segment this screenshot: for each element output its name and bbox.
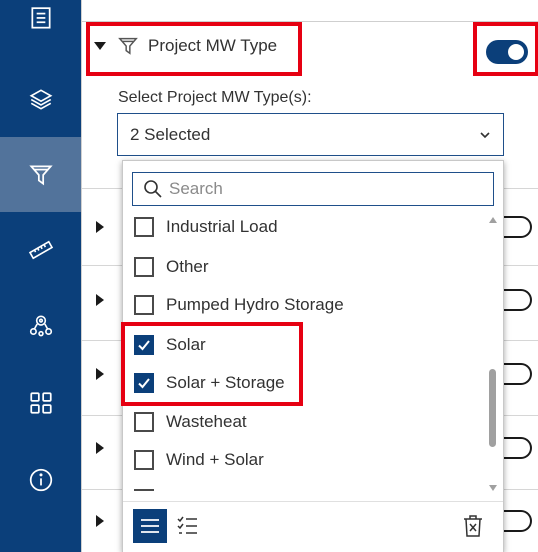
option-checkbox[interactable]	[134, 450, 154, 470]
option-pumped-hydro-storage[interactable]: Pumped Hydro Storage	[134, 291, 344, 319]
funnel-icon	[118, 37, 138, 55]
expand-caret-icon[interactable]	[96, 442, 104, 454]
scrollbar-thumb[interactable]	[489, 369, 496, 447]
scroll-down-arrow[interactable]	[489, 485, 497, 491]
option-partial-checkbox	[134, 489, 154, 491]
filter-panel: Project MW Type Select Project MW Type(s…	[81, 0, 538, 552]
row-toggle[interactable]	[502, 216, 532, 238]
location-share-icon	[29, 315, 52, 337]
row-toggle[interactable]	[502, 437, 532, 459]
checklist-icon[interactable]	[177, 515, 201, 537]
filter-enable-toggle[interactable]	[486, 40, 528, 64]
info-tool-button[interactable]	[0, 445, 81, 515]
filter-title: Project MW Type	[148, 36, 278, 55]
type-select[interactable]: 2 Selected	[117, 113, 504, 156]
search-icon	[144, 180, 162, 198]
filter-header[interactable]: Project MW Type	[94, 35, 277, 57]
row-toggle[interactable]	[502, 289, 532, 311]
grid-icon	[29, 392, 52, 414]
expand-caret-icon[interactable]	[96, 294, 104, 306]
highlight-box-selected-options	[121, 322, 303, 406]
option-checkbox[interactable]	[134, 295, 154, 315]
option-industrial-load[interactable]: Industrial Load	[134, 213, 278, 241]
scroll-up-arrow[interactable]	[489, 217, 497, 223]
toggle-knob	[508, 44, 524, 60]
option-label: Industrial Load	[166, 217, 278, 236]
grid-tool-button[interactable]	[0, 368, 81, 438]
option-wind-solar[interactable]: Wind + Solar	[134, 446, 264, 474]
row-toggle[interactable]	[502, 363, 532, 385]
list-icon	[30, 7, 51, 29]
filter-tool-button[interactable]	[0, 137, 81, 212]
layers-icon	[29, 89, 52, 110]
collapse-caret-icon[interactable]	[94, 42, 106, 50]
location-tool-button[interactable]	[0, 290, 81, 360]
select-value: 2 Selected	[130, 124, 211, 144]
list-view-button[interactable]	[133, 509, 167, 543]
option-label: Pumped Hydro Storage	[166, 295, 344, 314]
menu-lines-icon	[141, 519, 159, 533]
select-label: Select Project MW Type(s):	[118, 89, 312, 106]
filter-icon	[28, 164, 53, 185]
dropdown-footer	[123, 501, 503, 552]
layers-tool-button[interactable]	[0, 64, 81, 134]
option-checkbox[interactable]	[134, 412, 154, 432]
trash-icon[interactable]	[462, 514, 484, 538]
expand-caret-icon[interactable]	[96, 368, 104, 380]
info-icon	[29, 468, 52, 492]
list-tool-button[interactable]	[0, 2, 81, 36]
search-input[interactable]	[169, 179, 469, 199]
expand-caret-icon[interactable]	[96, 515, 104, 527]
option-label: Other	[166, 257, 209, 276]
option-other[interactable]: Other	[134, 253, 209, 281]
measure-tool-button[interactable]	[0, 215, 81, 285]
left-toolbar	[0, 0, 81, 552]
search-box[interactable]	[132, 172, 494, 206]
ruler-icon	[28, 240, 53, 260]
expand-caret-icon[interactable]	[96, 221, 104, 233]
option-wasteheat[interactable]: Wasteheat	[134, 408, 247, 436]
chevron-down-icon	[480, 132, 490, 139]
option-checkbox[interactable]	[134, 257, 154, 277]
option-checkbox[interactable]	[134, 217, 154, 237]
option-label: Wasteheat	[166, 412, 247, 431]
row-toggle[interactable]	[502, 510, 532, 532]
option-label: Wind + Solar	[166, 450, 264, 469]
